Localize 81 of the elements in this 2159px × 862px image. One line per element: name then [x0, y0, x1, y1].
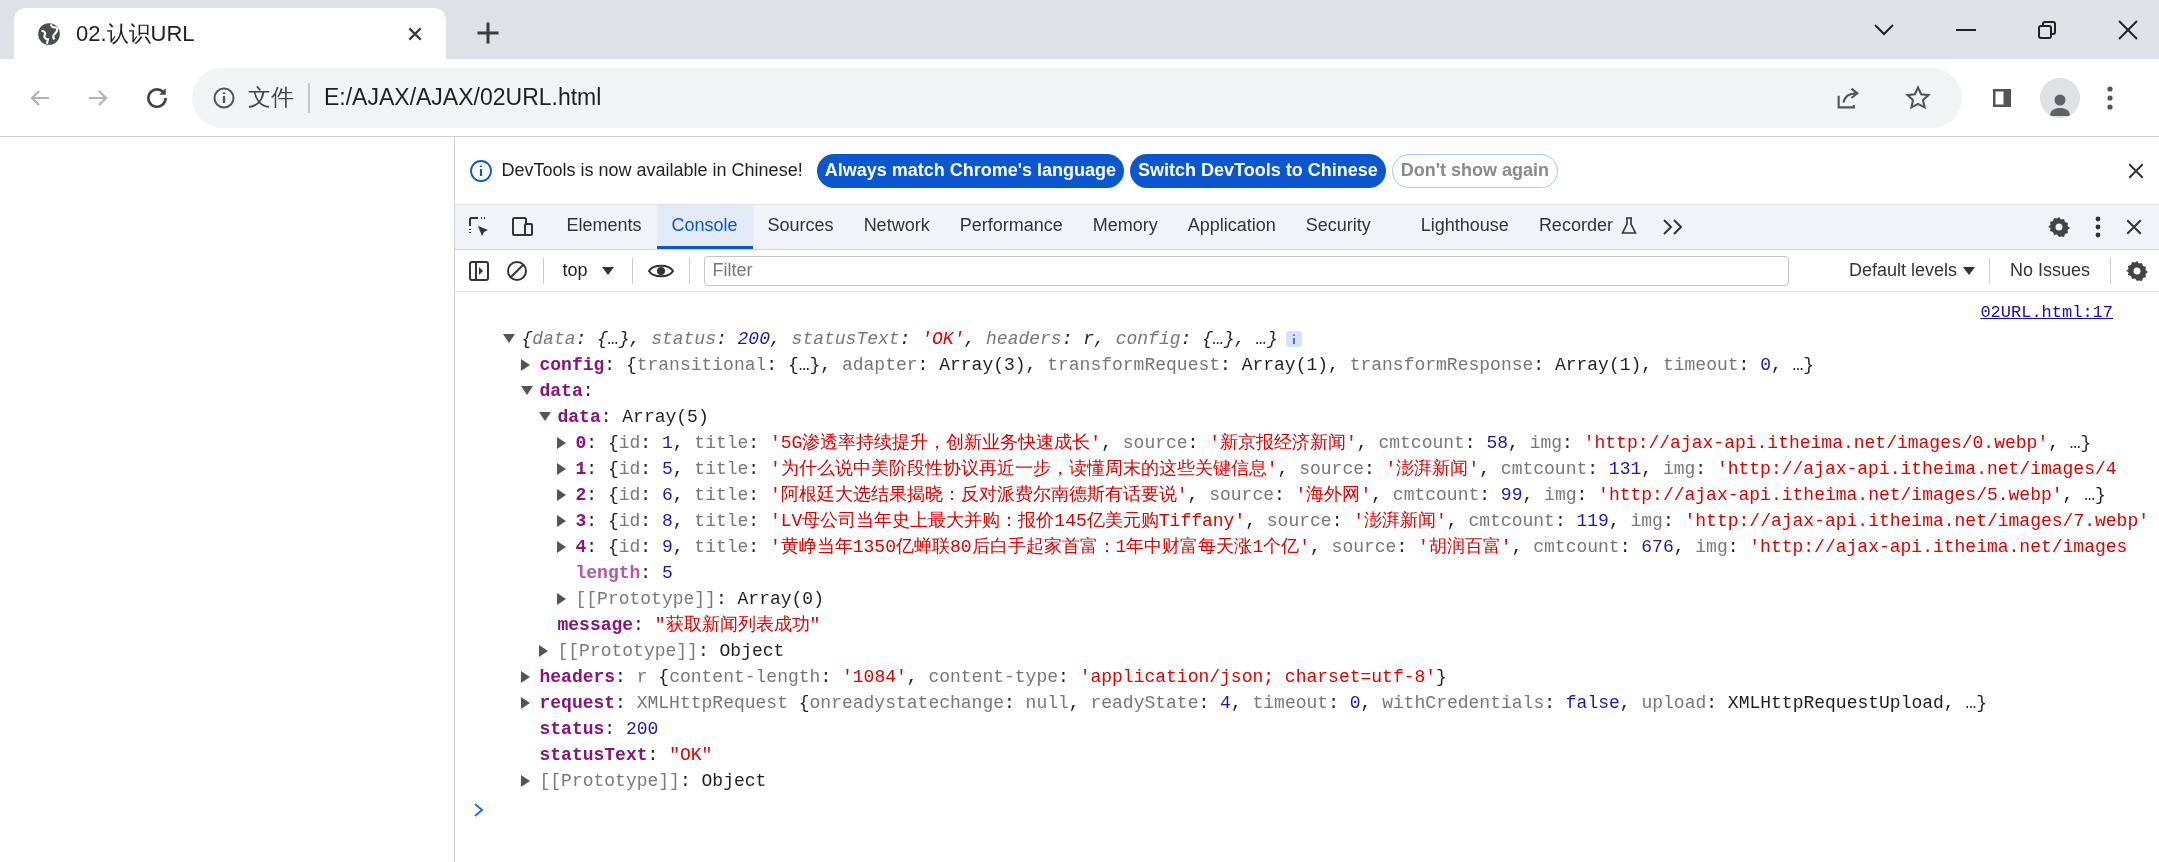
devtools-tab[interactable]: Network [848, 205, 945, 249]
star-icon[interactable] [1904, 83, 1932, 112]
security-label: 文件 [248, 83, 294, 113]
source-link[interactable]: 02URL.html:17 [1980, 300, 2113, 326]
object-property: statusText: "OK" [539, 744, 713, 767]
object-property: 1: {id: 5, title: '为什么说中美阶段性协议再近一步，读懂周末的这些关键信息', source: '澎湃新闻', cmtcount: 131, img: 'http://ajax-api.itheima.net/images/4 [575, 458, 2117, 481]
object-property: request: XMLHttpRequest {onreadystatechange: null, readyState: 4, timeout: 0, withCredentials: false, upload: XMLHttpRequestUpload, …} [539, 692, 1988, 715]
devtools-tab[interactable]: Security [1290, 205, 1386, 249]
log-levels-dropdown[interactable]: Default levels [1848, 257, 1975, 284]
url-text: E:/AJAX/AJAX/02URL.html [324, 83, 603, 113]
profile-avatar[interactable] [2040, 77, 2080, 118]
caret-icon [601, 266, 614, 275]
devtools-tab[interactable]: Sources [752, 205, 849, 249]
collapsed-arrow-icon[interactable] [557, 437, 568, 449]
new-tab-icon[interactable] [476, 21, 500, 45]
object-property: data: [539, 380, 594, 403]
collapsed-arrow-icon[interactable] [557, 515, 568, 527]
address-bar[interactable]: 文件 E:/AJAX/AJAX/02URL.html [192, 67, 1962, 128]
collapsed-arrow-icon[interactable] [521, 359, 532, 371]
settings-icon[interactable] [2047, 215, 2071, 239]
object-property: 2: {id: 6, title: '阿根廷大选结果揭晓：反对派费尔南德斯有话要说', source: '海外网', cmtcount: 99, img: 'http://ajax-api.itheima.net/images/5.webp', …} [575, 484, 2106, 507]
filter-field[interactable]: Filter [703, 255, 1789, 286]
more-icon[interactable] [2095, 216, 2101, 238]
collapsed-arrow-icon[interactable] [557, 489, 568, 501]
minimize-icon[interactable] [1955, 27, 1977, 32]
object-property: [[Prototype]]: Object [557, 640, 785, 663]
devtools-tab[interactable]: Memory [1077, 205, 1173, 249]
expanded-arrow-icon[interactable] [521, 386, 534, 396]
collapsed-arrow-icon[interactable] [557, 463, 568, 475]
devtools-tab[interactable]: Console [656, 205, 753, 249]
flask-icon [1620, 216, 1637, 235]
banner-message: DevTools is now available in Chinese! [501, 159, 803, 182]
more-tabs-icon[interactable] [1661, 218, 1684, 236]
object-property: [[Prototype]]: Object [539, 770, 767, 793]
context-dropdown[interactable]: top [558, 257, 618, 284]
object-property: data: Array(5) [557, 406, 709, 429]
devtools-tab[interactable]: Performance [944, 205, 1078, 249]
settings-icon[interactable] [2125, 258, 2149, 283]
tab-label: Recorder [1538, 214, 1613, 237]
caret-icon [1962, 266, 1975, 275]
object-property: 3: {id: 8, title: 'LV母公司当年史上最大并购：报价145亿美元购Tiffany', source: '澎湃新闻', cmtcount: 119, img: 'http://ajax-api.itheima.net/images/7.webp' [575, 510, 2149, 533]
object-property: length: 5 [575, 562, 673, 585]
close-icon[interactable] [2127, 161, 2145, 180]
expanded-arrow-icon[interactable] [539, 412, 552, 422]
object-property: [[Prototype]]: Array(0) [575, 588, 824, 611]
close-icon[interactable] [2125, 218, 2143, 236]
object-property: 4: {id: 9, title: '黄峥当年1350亿蝉联80后白手起家首富：1年中财富每天涨1个亿', source: '胡润百富', cmtcount: 676, img: 'http://ajax-api.itheima.net/images [575, 536, 2128, 559]
device-toolbar-icon[interactable] [509, 215, 536, 239]
expanded-arrow-icon[interactable] [503, 334, 516, 344]
browser-tab[interactable]: 02.认识URL [14, 8, 446, 59]
clear-console-icon[interactable] [505, 258, 530, 283]
object-property: config: {transitional: {…}, adapter: Array(3), transformRequest: Array(1), transformResponse: Array(1), timeout: 0, …} [539, 354, 1815, 377]
info-badge-icon[interactable] [1285, 331, 1302, 347]
devtools-tab[interactable]: Application [1172, 205, 1291, 249]
devtools-tab[interactable]: Lighthouse [1405, 205, 1524, 249]
restore-icon[interactable] [2037, 19, 2057, 40]
close-icon[interactable] [2117, 18, 2139, 41]
devtools-tab[interactable]: Recorder [1523, 205, 1652, 249]
info-icon [469, 158, 494, 183]
sidebar-toggle-icon[interactable] [467, 258, 492, 283]
language-button[interactable]: Always match Chrome's language [816, 153, 1125, 188]
object-preview: {data: {…}, status: 200, statusText: 'OK', headers: r, config: {…}, …} [521, 328, 1278, 351]
issues-button[interactable]: No Issues [2003, 257, 2096, 284]
chevron-down-icon[interactable] [1873, 22, 1895, 37]
collapsed-arrow-icon[interactable] [557, 541, 568, 553]
object-property: 0: {id: 1, title: '5G渗透率持续提升，创新业务快速成长', source: '新京报经济新闻', cmtcount: 58, img: 'http://ajax-api.itheima.net/images/0.webp', …} [575, 432, 2092, 455]
language-button[interactable]: Switch DevTools to Chinese [1130, 153, 1386, 188]
object-property: message: "获取新闻列表成功" [557, 614, 821, 637]
collapsed-arrow-icon[interactable] [521, 775, 532, 787]
object-property: headers: r {content-length: '1084', content-type: 'application/json; charset=utf-8'} [539, 666, 1447, 689]
collapsed-arrow-icon[interactable] [521, 697, 532, 709]
devtools-tab[interactable]: Elements [551, 205, 657, 249]
tab-title: 02.认识URL [76, 20, 196, 48]
more-icon[interactable] [2106, 84, 2114, 111]
globe-icon [36, 20, 62, 47]
collapsed-arrow-icon[interactable] [521, 671, 532, 683]
collapsed-arrow-icon[interactable] [557, 593, 568, 605]
collapsed-arrow-icon[interactable] [539, 645, 550, 657]
object-property: status: 200 [539, 718, 659, 741]
info-icon[interactable] [212, 85, 236, 110]
prompt-icon[interactable] [473, 802, 486, 818]
